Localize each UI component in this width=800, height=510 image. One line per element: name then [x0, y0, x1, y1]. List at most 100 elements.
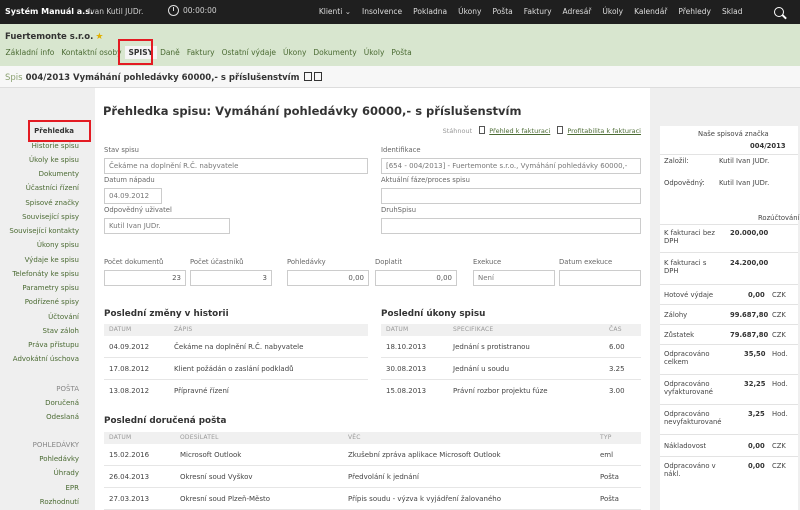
sidebar-item-souvisejici-kontakty[interactable]: Související kontakty	[9, 227, 79, 235]
table-row[interactable]: 15.02.2016 Microsoft Outlook Zkušební zprá…	[104, 444, 641, 466]
sidebar-item-epr[interactable]: EPR	[65, 484, 79, 492]
sidebar-item-pohledavky[interactable]: Pohledávky	[39, 455, 79, 463]
main-content: Přehledka spisu: Vymáhání pohledávky 600…	[95, 88, 650, 510]
sidebar-item-dokumenty[interactable]: Dokumenty	[39, 170, 79, 178]
user-menu[interactable]: Ivan Kutil JUDr.	[88, 7, 143, 16]
field-pocet-dokumentu[interactable]: 23	[104, 270, 186, 286]
export-icon[interactable]	[304, 72, 313, 81]
sidebar-item-odeslana[interactable]: Odeslaná	[46, 413, 79, 421]
sidebar-heading-posta: POŠTA	[56, 385, 79, 393]
sidebar-item-souvisejici-spisy[interactable]: Související spisy	[22, 213, 79, 221]
col-datum: DATUM	[109, 434, 132, 441]
tab-dane[interactable]: Daně	[157, 46, 184, 59]
table-row[interactable]: 13.08.2012 Přípravné řízení	[104, 380, 368, 402]
print-icon[interactable]	[314, 72, 323, 81]
stopwatch-icon[interactable]	[168, 5, 179, 16]
tab-ostatni-vydaje[interactable]: Ostatní výdaje	[218, 46, 279, 59]
col-vec: VĚC	[348, 434, 361, 441]
link-prehled-k-fakturaci[interactable]: Přehled k fakturaci	[489, 127, 550, 135]
sidebar-item-prava[interactable]: Práva přístupu	[28, 341, 79, 349]
sidebar-item-podrizene[interactable]: Podřízené spisy	[25, 298, 79, 306]
sidebar-item-uhrady[interactable]: Úhrady	[54, 469, 79, 477]
value-odpracovano-vyfakturovane: 32,25	[744, 380, 766, 388]
nav-item-pokladna[interactable]: Pokladna	[408, 0, 453, 24]
table-row[interactable]: 26.04.2013 Okresní soud Vyškov Předvolání …	[104, 466, 641, 488]
divider	[660, 434, 798, 435]
sidebar-item-ukony-spisu[interactable]: Úkony spisu	[37, 241, 79, 249]
table-row[interactable]: 27.03.2013 Okresní soud Plzeň-Město Přípis…	[104, 488, 641, 510]
field-stav-spisu[interactable]: Čekáme na doplnění R.Č. nabyvatele	[104, 158, 368, 174]
divider	[660, 456, 798, 457]
sidebar-item-dorucena[interactable]: Doručená	[45, 399, 79, 407]
tab-ukony[interactable]: Úkony	[280, 46, 310, 59]
nav-item-kalendar[interactable]: Kalendář	[629, 0, 673, 24]
sidebar-item-rozhodnuti[interactable]: Rozhodnutí	[40, 498, 79, 506]
label-stav-spisu: Stav spisu	[104, 146, 139, 154]
tab-posta[interactable]: Pošta	[388, 46, 415, 59]
field-exekuce[interactable]: Není	[473, 270, 555, 286]
field-odpovedny[interactable]: Kutil Ivan JUDr.	[104, 218, 230, 234]
nav-item-sklad[interactable]: Sklad	[716, 0, 748, 24]
star-icon[interactable]: ★	[95, 32, 103, 42]
table-row[interactable]: 30.08.2013 Jednání u soudu 3.25	[381, 358, 641, 380]
ukony-table-header: DATUM SPECIFIKACE ČAS	[381, 324, 641, 336]
sidebar-item-uschova[interactable]: Advokátní úschova	[13, 355, 79, 363]
field-pohledavky[interactable]: 0,00	[287, 270, 369, 286]
field-identifikace[interactable]: [654 - 004/2013] - Fuertemonte s.r.o., V…	[381, 158, 641, 174]
sidebar-item-ucastnici[interactable]: Účastníci řízení	[26, 184, 79, 192]
sidebar-item-stav-zaloh[interactable]: Stav záloh	[43, 327, 79, 335]
link-profitabilita[interactable]: Profitabilita k fakturaci	[567, 127, 641, 135]
table-row[interactable]: 17.08.2012 Klient požádán o zaslání podkl…	[104, 358, 368, 380]
label-doplatit: Doplatit	[375, 258, 402, 266]
field-aktualni-faze[interactable]	[381, 188, 641, 204]
company-name[interactable]: Fuertemonte s.r.o. ★	[5, 32, 103, 42]
history-table-header: DATUM ZÁPIS	[104, 324, 368, 336]
tab-kontaktni-osoby[interactable]: Kontaktní osoby	[58, 46, 125, 59]
col-zapis: ZÁPIS	[174, 326, 193, 333]
table-row[interactable]: 04.09.2012 Čekáme na doplnění R.Č. nabyva…	[104, 336, 368, 358]
field-datum-napadu[interactable]: 04.09.2012	[104, 188, 162, 204]
nav-item-prehledy[interactable]: Přehledy	[673, 0, 717, 24]
unit-zalohy: CZK	[772, 311, 786, 319]
tab-dokumenty[interactable]: Dokumenty	[310, 46, 360, 59]
timer[interactable]: 00:00:00	[168, 5, 217, 16]
field-pocet-ucastniku[interactable]: 3	[190, 270, 272, 286]
nav-item-insolvence[interactable]: Insolvence	[357, 0, 408, 24]
nav-item-adresar[interactable]: Adresář	[557, 0, 597, 24]
field-datum-exekuce[interactable]	[559, 270, 641, 286]
divider	[660, 284, 798, 285]
unit-zustatek: CZK	[772, 331, 786, 339]
col-typ: TYP	[600, 434, 612, 441]
sidebar-item-telefonaty[interactable]: Telefonáty ke spisu	[12, 270, 79, 278]
sidebar-item-ukoly[interactable]: Úkoly ke spisu	[29, 156, 79, 164]
sidebar-item-spisove-znacky[interactable]: Spisové značky	[25, 199, 79, 207]
nav-item-faktury[interactable]: Faktury	[518, 0, 557, 24]
label-k-fakturaci-bez-dph: K fakturaci bez DPH	[664, 229, 715, 245]
search-button[interactable]	[758, 0, 800, 24]
nav-item-posta[interactable]: Pošta	[487, 0, 518, 24]
sidebar-item-parametry[interactable]: Parametry spisu	[22, 284, 79, 292]
table-row[interactable]: 18.10.2013 Jednání s protistranou 6.00	[381, 336, 641, 358]
nav-item-ukoly[interactable]: Úkoly	[597, 0, 629, 24]
right-panel: Naše spisová značka 004/2013 Založil: Ku…	[658, 88, 800, 510]
field-doplatit[interactable]: 0,00	[375, 270, 457, 286]
highlight-frame-spisy	[118, 39, 153, 65]
nav-item-klienti[interactable]: Klienti ⌄	[313, 0, 356, 24]
sidebar-item-vydaje[interactable]: Výdaje ke spisu	[25, 256, 79, 264]
document-icon	[557, 126, 564, 134]
tab-ukoly[interactable]: Úkoly	[360, 46, 388, 59]
label-zalozil: Založil:	[664, 157, 689, 165]
sidebar-item-historie[interactable]: Historie spisu	[32, 142, 79, 150]
posta-table-header: DATUM ODESÍLATEL VĚC TYP	[104, 432, 641, 444]
label-nakladovost: Nákladovost	[664, 442, 707, 450]
field-druh-spisu[interactable]	[381, 218, 641, 234]
spis-header: Spis 004/2013 Vymáhání pohledávky 60000,…	[0, 66, 800, 88]
nav-item-ukony[interactable]: Úkony	[453, 0, 487, 24]
tab-faktury[interactable]: Faktury	[183, 46, 218, 59]
tab-zakladni-info[interactable]: Základní info	[2, 46, 58, 59]
col-cas: ČAS	[609, 326, 622, 333]
sidebar-item-uctovani[interactable]: Účtování	[48, 313, 79, 321]
table-row[interactable]: 15.08.2013 Právní rozbor projektu fúze 3.0…	[381, 380, 641, 402]
label-druh-spisu: DruhSpisu	[381, 206, 417, 214]
app-brand[interactable]: Systém Manuál a.s.	[5, 7, 93, 16]
